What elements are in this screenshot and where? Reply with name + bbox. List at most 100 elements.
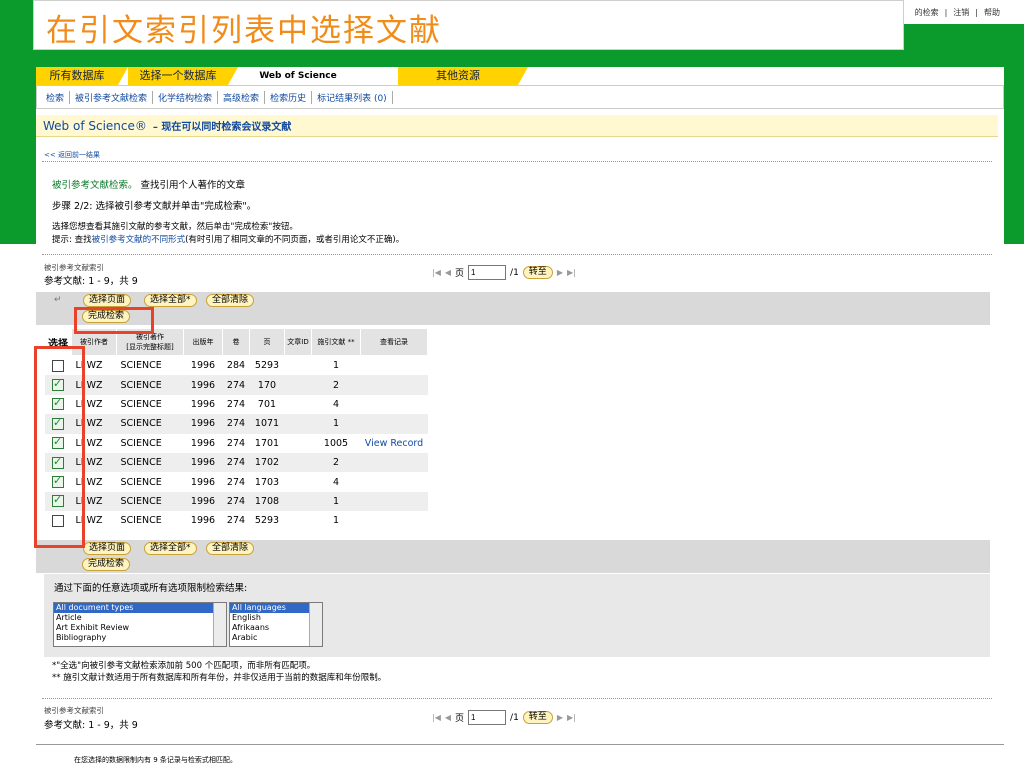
divider (42, 698, 992, 699)
back-link[interactable]: << 返回前一结果 (44, 150, 100, 160)
table-row: LI WZSCIENCE199627410711 (44, 414, 428, 434)
subnav-search[interactable]: 检索 (41, 90, 71, 104)
citing-count-cell: 1 (311, 414, 361, 434)
volume-cell: 274 (222, 452, 250, 473)
scrollbar[interactable] (309, 603, 322, 646)
first-page-icon[interactable]: |◀ (432, 268, 441, 277)
col-page: 页 (249, 328, 285, 356)
subnav-advanced-search[interactable]: 高级检索 (218, 90, 266, 104)
go-button[interactable]: 转至 (522, 711, 553, 724)
finish-search-button-bottom[interactable]: 完成检索 (82, 558, 131, 571)
citing-count-cell: 1 (311, 491, 361, 512)
view-record-cell (360, 452, 428, 473)
article-id-cell (284, 472, 312, 492)
doc-type-option[interactable]: All document types (54, 603, 226, 613)
next-page-icon[interactable]: ▶ (557, 713, 563, 722)
col-volume: 卷 (222, 328, 250, 356)
view-record-cell (360, 355, 428, 376)
page-cell: 701 (249, 394, 285, 415)
highlight-finish-button (74, 307, 154, 334)
prev-page-icon[interactable]: ◀ (445, 268, 451, 277)
select-page-button[interactable]: 选择页面 (83, 294, 132, 307)
language-listbox[interactable]: All languages English Afrikaans Arabic (229, 602, 323, 647)
subnav-marked-list[interactable]: 标记结果列表 (0) (312, 90, 393, 104)
subnav-cited-ref-search[interactable]: 被引参考文献检索 (70, 90, 154, 104)
page-bottom-border (36, 744, 1004, 745)
select-all-button[interactable]: 选择全部* (144, 294, 197, 307)
view-record-cell (360, 394, 428, 415)
clear-all-button[interactable]: 全部清除 (206, 294, 255, 307)
doc-type-option[interactable]: Art Exhibit Review (54, 623, 226, 633)
page-cell: 170 (249, 375, 285, 395)
hint-link[interactable]: 被引参考文献的不同形式 (92, 235, 186, 245)
action-row-top: ↵ 选择页面 选择全部* 全部清除 完成检索 (36, 292, 990, 325)
article-id-cell (284, 491, 312, 512)
arrow-icon: ↵ (54, 295, 62, 305)
cited-work-cell: SCIENCE (116, 375, 184, 395)
cited-work-cell: SCIENCE (116, 394, 184, 415)
note-citing-count: ** 施引文献计数适用于所有数据库和所有年份，并非仅适用于当前的数据库和年份限制… (52, 673, 387, 683)
cited-reference-table: 选择 被引作者 被引著作 [显示完整标题] 出版年 卷 页 文章ID 施引文献 … (44, 328, 428, 531)
article-id-cell (284, 433, 312, 453)
go-button[interactable]: 转至 (522, 266, 553, 279)
select-page-button-bottom[interactable]: 选择页面 (83, 542, 132, 555)
volume-cell: 274 (222, 491, 250, 512)
cited-work-cell: SCIENCE (116, 491, 184, 512)
tab-select-database[interactable]: 选择一个数据库 (128, 67, 238, 85)
divider (42, 254, 992, 255)
citing-count-cell: 4 (311, 394, 361, 415)
cited-work-cell: SCIENCE (116, 511, 184, 531)
tab-other-resources[interactable]: 其他资源 (398, 67, 528, 85)
tab-all-databases[interactable]: 所有数据库 (36, 67, 128, 85)
volume-cell: 274 (222, 433, 250, 453)
col-citing-articles: 施引文献 ** (311, 328, 361, 356)
subnav-structure-search[interactable]: 化学结构检索 (153, 90, 219, 104)
table-row: LI WZSCIENCE19962741702 (44, 375, 428, 395)
col-article-id: 文章ID (284, 328, 312, 356)
table-row: LI WZSCIENCE199627417022 (44, 452, 428, 473)
view-record-cell (360, 414, 428, 434)
cited-ref-search-link[interactable]: 被引参考文献检索。 (52, 180, 138, 191)
page-number-input[interactable] (468, 265, 507, 280)
article-id-cell (284, 414, 312, 434)
article-id-cell (284, 355, 312, 376)
index-label-bottom: 被引参考文献索引 (44, 706, 104, 715)
doc-type-option[interactable]: Article (54, 613, 226, 623)
top-links: 的检索 | 注销 | 帮助 (904, 0, 1024, 24)
document-type-listbox[interactable]: All document types Article Art Exhibit R… (53, 602, 227, 647)
volume-cell: 284 (222, 355, 250, 376)
citing-count-cell: 4 (311, 472, 361, 492)
volume-cell: 274 (222, 472, 250, 492)
scrollbar[interactable] (213, 603, 226, 646)
page-cell: 1701 (249, 433, 285, 453)
last-page-icon[interactable]: ▶| (567, 268, 576, 277)
select-all-button-bottom[interactable]: 选择全部* (144, 542, 197, 555)
page-number-input[interactable] (468, 710, 507, 725)
wos-title: Web of Science® (43, 118, 147, 133)
year-cell: 1996 (183, 511, 223, 531)
table-row: LI WZSCIENCE199627417081 (44, 491, 428, 512)
top-link-help[interactable]: 帮助 (984, 7, 1000, 18)
page-cell: 1703 (249, 472, 285, 492)
slide-title: 在引文索引列表中选择文献 (46, 13, 442, 49)
first-page-icon[interactable]: |◀ (432, 713, 441, 722)
clear-all-button-bottom[interactable]: 全部清除 (206, 542, 255, 555)
slide-title-box: 在引文索引列表中选择文献 (33, 0, 904, 50)
year-cell: 1996 (183, 414, 223, 434)
prev-page-icon[interactable]: ◀ (445, 713, 451, 722)
tab-web-of-science[interactable]: Web of Science (238, 67, 358, 85)
last-page-icon[interactable]: ▶| (567, 713, 576, 722)
view-record-cell[interactable]: View Record (360, 433, 428, 453)
doc-type-option[interactable]: Bibliography (54, 633, 226, 643)
volume-cell: 274 (222, 394, 250, 415)
col-year: 出版年 (183, 328, 223, 356)
year-cell: 1996 (183, 452, 223, 473)
subnav-search-history[interactable]: 检索历史 (265, 90, 313, 104)
view-record-cell (360, 472, 428, 492)
next-page-icon[interactable]: ▶ (557, 268, 563, 277)
view-record-cell (360, 511, 428, 531)
top-link-search[interactable]: 的检索 (915, 7, 939, 18)
web-page: 所有数据库 选择一个数据库 Web of Science 其他资源 检索 被引参… (36, 67, 1004, 764)
table-row: LI WZSCIENCE199627417011005View Record (44, 433, 428, 453)
top-link-logout[interactable]: 注销 (953, 7, 969, 18)
